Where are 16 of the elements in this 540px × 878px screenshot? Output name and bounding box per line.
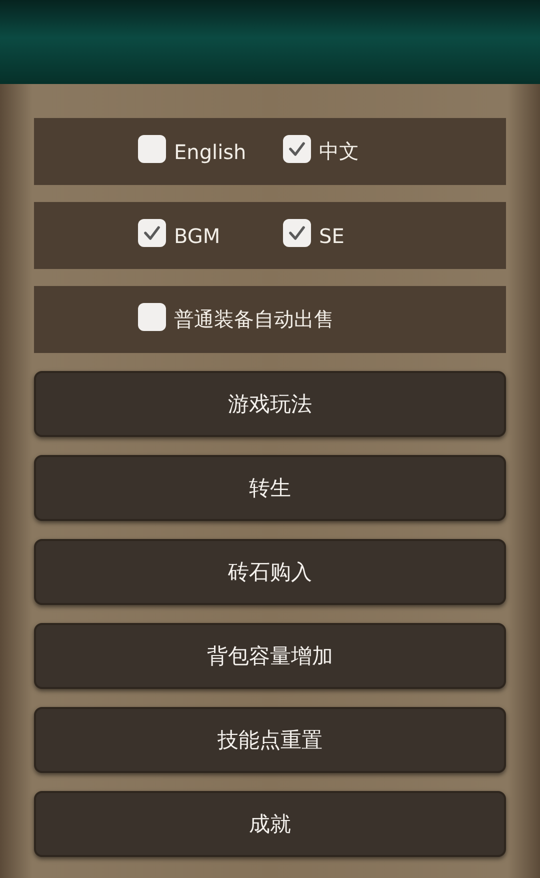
option-label: BGM <box>174 224 220 248</box>
checkbox[interactable] <box>138 302 166 330</box>
menu-button[interactable]: 背包容量增加 <box>34 623 506 689</box>
checkbox[interactable] <box>283 134 311 162</box>
option-label: 中文 <box>319 138 359 165</box>
menu-button[interactable]: 游戏玩法 <box>34 371 506 437</box>
option-label: SE <box>319 224 344 248</box>
checkbox[interactable] <box>138 218 166 246</box>
checkbox[interactable] <box>283 218 311 246</box>
menu-button[interactable]: 成就 <box>34 791 506 857</box>
option-label: English <box>174 140 246 164</box>
menu-button[interactable]: 技能点重置 <box>34 707 506 773</box>
checkbox[interactable] <box>138 134 166 162</box>
menu-button[interactable]: 砖石购入 <box>34 539 506 605</box>
menu-button[interactable]: 转生 <box>34 455 506 521</box>
option-label: 普通装备自动出售 <box>174 306 334 333</box>
